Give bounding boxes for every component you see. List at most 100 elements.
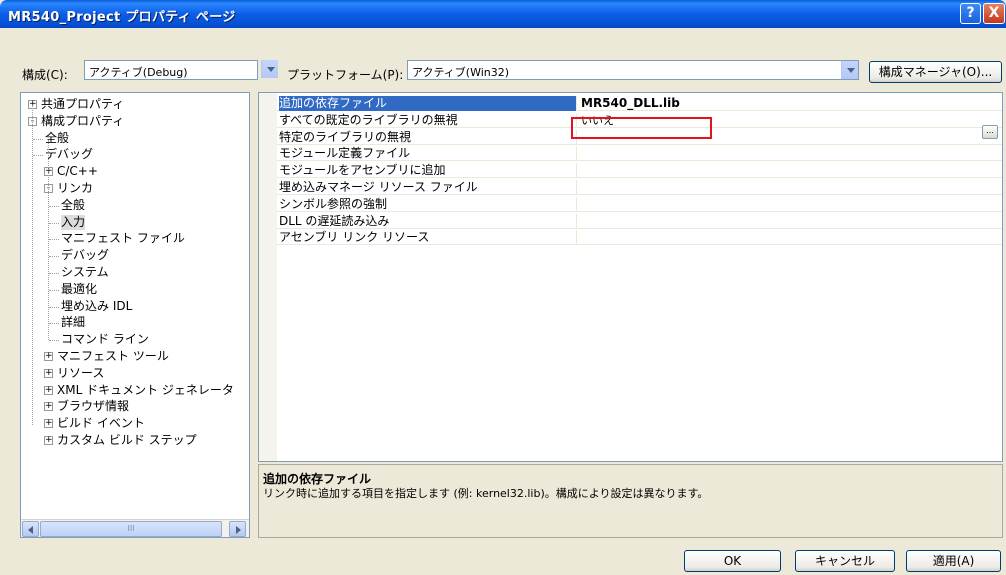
configuration-manager-button[interactable]: 構成マネージャ(O)...	[869, 61, 1002, 83]
configuration-label: 構成(C):	[22, 68, 68, 82]
description-pane: 追加の依存ファイル リンク時に追加する項目を指定します (例: kernel32…	[258, 464, 1003, 538]
scrollbar-thumb[interactable]: III	[40, 521, 222, 537]
empty-grid-row	[277, 281, 1002, 296]
tree-connector	[49, 340, 59, 342]
chevron-down-icon[interactable]	[841, 61, 858, 79]
tree-connector	[49, 323, 59, 325]
tree-connector	[49, 222, 59, 224]
tree-item[interactable]: 入力	[61, 214, 86, 230]
tree-item[interactable]: 共通プロパティ	[41, 97, 124, 112]
tree-item[interactable]: リンカ	[57, 181, 93, 196]
apply-button[interactable]: 適用(A)	[906, 550, 1001, 572]
tree-item[interactable]: システム	[61, 265, 109, 280]
property-name: DLL の遅延読み込み	[279, 213, 577, 229]
tree-item[interactable]: ブラウザ情報	[57, 399, 129, 414]
property-value[interactable]: MR540_DLL.lib	[581, 96, 680, 111]
tree-item[interactable]: 最適化	[61, 282, 97, 297]
tree-connector	[49, 306, 59, 308]
empty-grid-row	[277, 348, 1002, 363]
tree-expander-icon[interactable]: +	[44, 385, 53, 395]
tree-connector	[49, 289, 59, 291]
property-grid[interactable]: 追加の依存ファイル MR540_DLL.lib すべての既定のライブラリの無視 いいえ…	[258, 92, 1003, 462]
help-icon: ?	[966, 5, 975, 21]
tree-connector	[32, 105, 33, 425]
platform-select[interactable]: アクティブ(Win32)	[407, 60, 859, 80]
tree-expander-icon[interactable]: +	[44, 402, 53, 412]
property-row[interactable]: モジュール定義ファイル	[277, 146, 1002, 162]
category-tree[interactable]: + 共通プロパティ - 構成プロパティ 全般 デバッグ + C/C++ - リンカ 全般 入力 マニフェ…	[20, 92, 250, 538]
chevron-down-icon	[261, 60, 278, 78]
tree-item[interactable]: コマンド ライン	[61, 332, 149, 347]
empty-grid-row	[277, 449, 1002, 461]
property-name: 特定のライブラリの無視	[279, 129, 577, 145]
tree-item[interactable]: デバッグ	[45, 147, 93, 162]
tree-expander-icon[interactable]: +	[44, 436, 53, 445]
cancel-button[interactable]: キャンセル	[795, 550, 895, 572]
property-name: モジュール定義ファイル	[279, 146, 577, 162]
property-name: すべての既定のライブラリの無視	[279, 112, 577, 128]
empty-grid-row	[277, 365, 1002, 380]
tree-item[interactable]: XML ドキュメント ジェネレータ	[57, 383, 234, 398]
configuration-select[interactable]: アクティブ(Debug)	[84, 60, 258, 80]
empty-grid-row	[277, 298, 1002, 313]
property-name: 埋め込みマネージ リソース ファイル	[279, 180, 577, 195]
tree-expander-icon[interactable]: +	[44, 419, 53, 429]
tree-item[interactable]: カスタム ビルド ステップ	[57, 433, 197, 448]
property-name: シンボル参照の強制	[279, 196, 577, 212]
ok-button[interactable]: OK	[684, 550, 781, 572]
tree-item[interactable]: 埋め込み IDL	[61, 299, 132, 314]
empty-grid-row	[277, 415, 1002, 430]
configuration-value: アクティブ(Debug)	[89, 66, 188, 79]
empty-grid-row	[277, 314, 1002, 329]
tree-connector	[49, 273, 59, 274]
tree-connector	[48, 140, 49, 340]
tree-connector	[49, 239, 59, 241]
grid-gutter	[259, 93, 277, 461]
empty-grid-row	[277, 264, 1002, 279]
property-row[interactable]: アセンブリ リンク リソース	[277, 230, 1002, 246]
property-row[interactable]: モジュールをアセンブリに追加	[277, 163, 1002, 179]
empty-grid-row	[277, 331, 1002, 346]
property-row[interactable]: DLL の遅延読み込み	[277, 213, 1002, 229]
horizontal-scrollbar[interactable]: III	[21, 519, 249, 537]
tree-item[interactable]: マニフェスト ファイル	[61, 231, 185, 246]
property-row[interactable]: 埋め込みマネージ リソース ファイル	[277, 180, 1002, 195]
window-title: MR540_Project プロパティ ページ	[8, 10, 236, 25]
close-icon: X	[988, 5, 1000, 21]
description-text: リンク時に追加する項目を指定します (例: kernel32.lib)。構成によ…	[263, 487, 709, 500]
title-bar: MR540_Project プロパティ ページ ? X	[0, 0, 1006, 28]
tree-expander-icon[interactable]: +	[44, 368, 53, 378]
tree-item[interactable]: 構成プロパティ	[41, 114, 124, 129]
property-pages-window: MR540_Project プロパティ ページ ? X 構成(C): アクティブ…	[0, 0, 1006, 575]
property-row[interactable]: 追加の依存ファイル MR540_DLL.lib	[277, 96, 1002, 111]
tree-connector	[49, 256, 59, 258]
empty-grid-row	[277, 432, 1002, 447]
tree-item[interactable]: ビルド イベント	[57, 416, 145, 431]
empty-grid-row	[277, 382, 1002, 397]
tree-item[interactable]: 詳細	[61, 315, 85, 330]
empty-grid-row	[277, 398, 1002, 413]
empty-grid-row	[277, 247, 1002, 262]
tree-item[interactable]: 全般	[61, 198, 85, 213]
close-button[interactable]: X	[983, 3, 1005, 24]
configuration-dropdown-button[interactable]	[260, 60, 278, 80]
tree-connector	[33, 155, 43, 157]
scroll-left-icon[interactable]	[22, 521, 39, 537]
scroll-right-icon[interactable]	[229, 521, 246, 537]
property-row[interactable]: シンボル参照の強制	[277, 196, 1002, 212]
property-name: アセンブリ リンク リソース	[279, 230, 577, 246]
platform-value: アクティブ(Win32)	[412, 66, 510, 79]
tree-expander-icon[interactable]: +	[44, 352, 53, 361]
property-name: 追加の依存ファイル	[279, 96, 577, 111]
tree-item[interactable]: デバッグ	[61, 248, 109, 263]
property-name: モジュールをアセンブリに追加	[279, 163, 577, 179]
tree-connector	[33, 138, 43, 140]
platform-label: プラットフォーム(P):	[287, 68, 404, 82]
tree-item[interactable]: マニフェスト ツール	[57, 349, 169, 364]
tree-item[interactable]: C/C++	[57, 164, 98, 179]
tree-connector	[49, 205, 59, 207]
highlight-annotation	[571, 117, 712, 139]
help-button[interactable]: ?	[960, 3, 981, 24]
tree-item[interactable]: リソース	[57, 366, 104, 381]
ellipsis-button[interactable]: ...	[982, 125, 998, 139]
